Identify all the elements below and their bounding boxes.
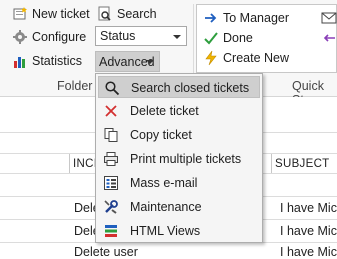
menu-item-print-multiple-tickets[interactable]: Print multiple tickets <box>98 148 260 170</box>
menu-item-label: Search closed tickets <box>131 81 250 95</box>
menu-item-label: Print multiple tickets <box>130 152 242 166</box>
search-doc-icon <box>97 6 113 22</box>
advanced-menu: Search closed tickets Delete ticket Copy… <box>95 73 263 243</box>
bar-chart-icon <box>12 53 28 69</box>
menu-item-maintenance[interactable]: Maintenance <box>98 196 260 218</box>
copy-icon <box>103 127 119 143</box>
status-select[interactable]: Status <box>95 26 187 46</box>
tools-icon <box>103 199 119 215</box>
search-button[interactable]: Search <box>97 6 157 22</box>
red-x-icon <box>103 103 119 119</box>
status-select-value: Status <box>100 29 136 43</box>
table-cell: I have Micro <box>280 245 337 259</box>
statistics-label: Statistics <box>32 54 83 68</box>
quick-step-done[interactable]: Done <box>203 30 253 46</box>
menu-item-label: Copy ticket <box>130 128 192 142</box>
column-header-subject[interactable]: SUBJECT <box>271 154 337 173</box>
reply-arrow-icon <box>321 30 337 46</box>
menu-item-search-closed-tickets[interactable]: Search closed tickets <box>98 76 260 98</box>
statistics-button[interactable]: Statistics <box>12 53 82 69</box>
menu-item-label: Maintenance <box>130 200 202 214</box>
to-manager-label: To Manager <box>223 11 290 25</box>
new-ticket-icon <box>12 6 28 22</box>
new-ticket-label: New ticket <box>32 7 90 21</box>
menu-item-mass-email[interactable]: Mass e-mail <box>98 172 260 194</box>
printer-icon <box>103 151 119 167</box>
menu-item-delete-ticket[interactable]: Delete ticket <box>98 100 260 122</box>
chevron-down-icon <box>146 60 154 64</box>
menu-item-html-views[interactable]: HTML Views <box>98 220 260 242</box>
folder-group-label: Folder l <box>57 79 99 93</box>
create-new-label: Create New <box>223 51 289 65</box>
search-label: Search <box>117 7 157 21</box>
envelope-icon <box>321 10 337 26</box>
configure-label: Configure <box>32 30 87 44</box>
new-ticket-button[interactable]: New ticket <box>12 6 90 22</box>
quick-step-create-new[interactable]: Create New <box>203 50 289 66</box>
menu-item-label: Mass e-mail <box>130 176 198 190</box>
arrow-right-icon <box>203 10 219 26</box>
quick-step-to-manager[interactable]: To Manager <box>203 10 289 26</box>
chevron-down-icon <box>173 35 181 39</box>
quick-steps-gallery: To Manager Done Create New <box>196 4 337 73</box>
table-cell: Delete user <box>74 245 138 259</box>
menu-item-label: Delete ticket <box>130 104 199 118</box>
menu-item-copy-ticket[interactable]: Copy ticket <box>98 124 260 146</box>
gear-icon <box>12 29 28 45</box>
configure-button[interactable]: Configure <box>12 29 86 45</box>
mass-email-icon <box>103 175 119 191</box>
checkmark-icon <box>203 30 219 46</box>
menu-item-label: HTML Views <box>130 224 201 238</box>
table-cell: I have Micro <box>280 201 337 215</box>
html-views-icon <box>103 223 119 239</box>
done-label: Done <box>223 31 253 45</box>
lightning-icon <box>203 50 219 66</box>
search-icon <box>104 80 120 96</box>
advanced-button[interactable]: Advanced <box>95 51 160 72</box>
table-cell: I have Micro <box>280 224 337 238</box>
